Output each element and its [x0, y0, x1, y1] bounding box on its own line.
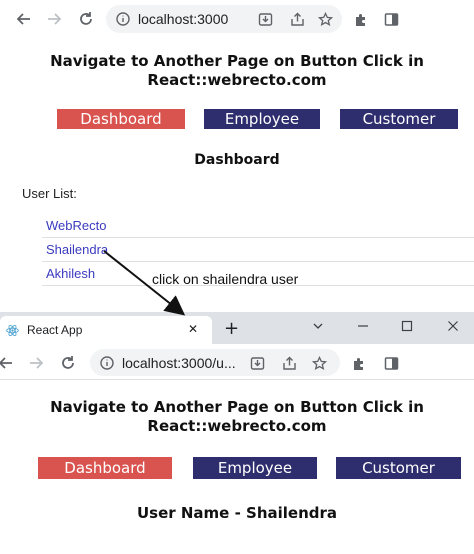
forward-button-2[interactable]	[26, 353, 46, 373]
extensions-puzzle-icon[interactable]	[350, 354, 368, 372]
bookmark-star-icon[interactable]	[310, 354, 328, 372]
user-link-akhilesh[interactable]: Akhilesh	[46, 266, 95, 281]
section-title: Dashboard	[194, 152, 280, 168]
install-app-icon[interactable]	[256, 10, 274, 28]
reload-button[interactable]	[76, 9, 96, 29]
back-button-2[interactable]	[0, 353, 16, 373]
heading-line-2: React::webrecto.com	[147, 417, 327, 435]
heading-line-2: React::webrecto.com	[147, 71, 327, 89]
react-logo-icon	[6, 324, 19, 337]
forward-button[interactable]	[44, 9, 64, 29]
customer-button[interactable]: Customer	[340, 109, 458, 129]
reload-button-2[interactable]	[58, 353, 78, 373]
page-heading-top: Navigate to Another Page on Button Click…	[0, 52, 474, 90]
forward-arrow-icon	[48, 13, 62, 25]
second-browser-window: React App ✕ + localhost:3000/u... Naviga…	[0, 312, 474, 554]
share-icon[interactable]	[288, 10, 306, 28]
dashboard-button-2[interactable]: Dashboard	[38, 457, 172, 479]
new-tab-button[interactable]: +	[224, 318, 239, 339]
customer-button-2[interactable]: Customer	[336, 457, 461, 479]
side-panel-icon[interactable]	[382, 354, 400, 372]
back-arrow-icon	[16, 13, 30, 25]
tab-react-app[interactable]: React App ✕	[0, 316, 212, 344]
employee-button[interactable]: Employee	[204, 109, 320, 129]
reload-icon	[62, 356, 74, 369]
back-button[interactable]	[14, 9, 34, 29]
tab-strip: React App ✕ +	[0, 312, 474, 344]
address-url: localhost:3000	[138, 11, 229, 27]
maximize-window-icon[interactable]	[398, 318, 416, 334]
user-link-shailendra[interactable]: Shailendra	[46, 242, 108, 257]
tab-search-chevron-down-icon[interactable]	[310, 318, 326, 334]
tab-close-icon[interactable]: ✕	[188, 322, 198, 336]
back-arrow-icon	[0, 357, 12, 369]
user-name-title: User Name - Shailendra	[136, 504, 338, 522]
site-info-icon[interactable]	[116, 12, 130, 26]
second-browser-toolbar: localhost:3000/u...	[0, 344, 474, 380]
employee-button-2[interactable]: Employee	[193, 457, 317, 479]
share-icon[interactable]	[280, 354, 298, 372]
side-panel-icon[interactable]	[382, 10, 400, 28]
address-bar[interactable]: localhost:3000	[106, 5, 342, 33]
tab-title: React App	[27, 323, 83, 337]
minimize-window-icon[interactable]	[354, 318, 372, 334]
user-link-webrecto[interactable]: WebRecto	[46, 218, 106, 233]
address-url-2: localhost:3000/u...	[122, 354, 236, 371]
annotation-text: click on shailendra user	[152, 271, 299, 287]
list-item: WebRecto	[42, 214, 474, 238]
install-app-icon[interactable]	[248, 354, 266, 372]
top-browser-toolbar: localhost:3000	[0, 0, 474, 37]
heading-line-1: Navigate to Another Page on Button Click…	[50, 52, 424, 70]
forward-arrow-icon	[30, 357, 44, 369]
address-bar-2[interactable]: localhost:3000/u...	[90, 349, 340, 376]
dashboard-button[interactable]: Dashboard	[57, 109, 185, 129]
heading-line-1: Navigate to Another Page on Button Click…	[50, 398, 424, 416]
user-list-label: User List:	[22, 186, 77, 201]
reload-icon	[80, 12, 92, 25]
list-item: Shailendra	[42, 238, 474, 262]
bookmark-star-icon[interactable]	[316, 10, 334, 28]
extensions-puzzle-icon[interactable]	[352, 10, 370, 28]
site-info-icon[interactable]	[100, 355, 114, 370]
page-heading-bottom: Navigate to Another Page on Button Click…	[0, 398, 474, 436]
close-window-icon[interactable]	[444, 318, 462, 334]
